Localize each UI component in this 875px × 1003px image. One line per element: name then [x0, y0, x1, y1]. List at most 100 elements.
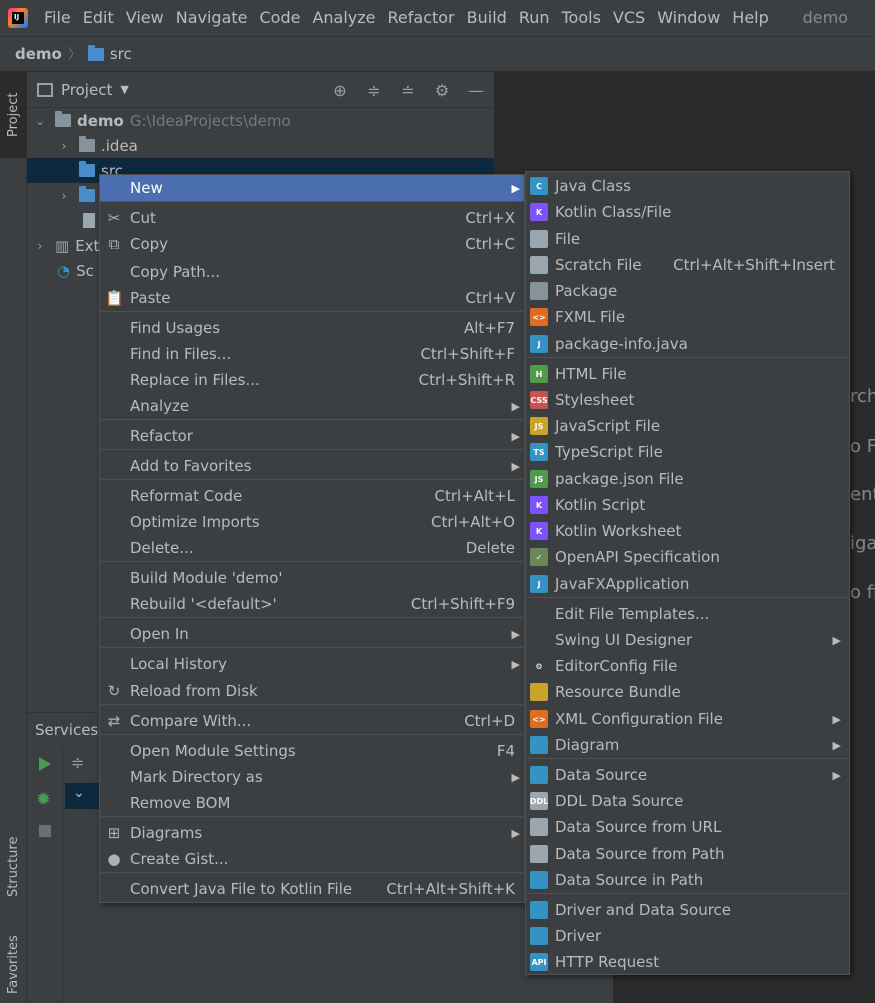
chevron-down-icon[interactable]: ▼ [120, 83, 128, 96]
new-submenu-item[interactable]: Jpackage-info.java [526, 331, 849, 357]
new-submenu-item[interactable]: Driver and Data Source [526, 897, 849, 923]
new-submenu-item[interactable]: API HTTP Request [526, 949, 849, 975]
new-submenu-item[interactable]: Edit File Templates... [526, 601, 849, 627]
menu-edit[interactable]: Edit [77, 0, 120, 36]
new-submenu-item[interactable]: Data Source from Path [526, 841, 849, 867]
new-submenu-item[interactable]: K Kotlin Script [526, 492, 849, 518]
new-submenu-item[interactable]: DDL DDL Data Source [526, 788, 849, 814]
tree-row-demo[interactable]: ⌄ demo G:\IdeaProjects\demo [27, 108, 494, 133]
structure-tool-tab[interactable]: Structure [0, 824, 27, 910]
submenu-arrow-icon: ▶ [832, 768, 841, 782]
breadcrumb-root[interactable]: demo [15, 45, 62, 63]
new-submenu-item[interactable]: Scratch File Ctrl+Alt+Shift+Insert [526, 252, 849, 278]
context-menu-item[interactable]: Convert Java File to Kotlin File Ctrl+Alt… [100, 876, 524, 902]
context-menu-item[interactable]: Remove BOM [100, 790, 524, 816]
menu-refactor[interactable]: Refactor [382, 0, 461, 36]
breadcrumb-src[interactable]: src [110, 45, 132, 63]
project-tool-tab[interactable]: Project [0, 72, 27, 158]
context-menu-item[interactable]: Open Module Settings F4 [100, 738, 524, 764]
new-submenu-item[interactable]: K Kotlin Worksheet [526, 518, 849, 544]
context-menu-item[interactable]: Open In ▶ [100, 621, 524, 647]
menu-file[interactable]: File [38, 0, 77, 36]
new-submenu-item[interactable]: JS JavaScript File [526, 413, 849, 439]
debug-icon[interactable]: ✹ [36, 789, 51, 810]
new-submenu-item[interactable]: Swing UI Designer ▶ [526, 627, 849, 653]
new-submenu-item[interactable]: <> FXML File [526, 304, 849, 330]
locate-icon[interactable]: ⊕ [330, 81, 350, 100]
context-menu-item[interactable]: ⇄ Compare With... Ctrl+D [100, 708, 524, 734]
new-submenu-item[interactable]: C Java Class [526, 173, 849, 199]
context-menu-item[interactable]: Find in Files... Ctrl+Shift+F [100, 341, 524, 367]
context-menu-item[interactable]: Analyze ▶ [100, 393, 524, 419]
chevron-down-icon[interactable]: ⌄ [31, 114, 49, 128]
context-menu-item[interactable]: Replace in Files... Ctrl+Shift+R [100, 367, 524, 393]
tree-row-idea[interactable]: › .idea [27, 133, 494, 158]
chevron-right-icon[interactable]: › [55, 189, 73, 203]
new-submenu-item[interactable]: Data Source ▶ [526, 762, 849, 788]
new-submenu-item[interactable]: H HTML File [526, 361, 849, 387]
css-icon: CSS [530, 391, 548, 409]
context-menu-item[interactable]: Build Module 'demo' [100, 565, 524, 591]
hide-icon[interactable]: — [466, 81, 486, 100]
new-submenu-item[interactable]: Data Source in Path [526, 867, 849, 893]
new-submenu-item[interactable]: <> XML Configuration File ▶ [526, 706, 849, 732]
project-window-icon [37, 82, 53, 97]
context-menu-item[interactable]: Reformat Code Ctrl+Alt+L [100, 483, 524, 509]
menu-tools[interactable]: Tools [556, 0, 607, 36]
menu-view[interactable]: View [120, 0, 170, 36]
menu-analyze[interactable]: Analyze [306, 0, 381, 36]
menu-code[interactable]: Code [254, 0, 307, 36]
favorites-tool-tab[interactable]: Favorites [0, 927, 27, 1003]
new-submenu-item[interactable]: JS package.json File [526, 466, 849, 492]
menu-build[interactable]: Build [461, 0, 513, 36]
menu-window[interactable]: Window [651, 0, 726, 36]
stop-icon[interactable] [39, 825, 51, 837]
context-menu-item[interactable]: Optimize Imports Ctrl+Alt+O [100, 509, 524, 535]
context-menu-item[interactable]: Find Usages Alt+F7 [100, 315, 524, 341]
context-menu-item[interactable]: Delete... Delete [100, 535, 524, 561]
new-submenu-item[interactable]: Driver [526, 923, 849, 949]
new-submenu-item[interactable]: ⚙ EditorConfig File [526, 653, 849, 679]
context-menu-item[interactable]: Copy Path... [100, 259, 524, 285]
menu-separator [101, 734, 523, 735]
menu-help[interactable]: Help [726, 0, 774, 36]
expand-all-icon[interactable]: ≑ [364, 81, 384, 100]
menu-separator [527, 758, 848, 759]
new-submenu-item[interactable]: J JavaFXApplication [526, 571, 849, 597]
context-menu-item-label: Convert Java File to Kotlin File [130, 880, 353, 898]
context-menu-item[interactable]: Add to Favorites ▶ [100, 453, 524, 479]
chevron-right-icon[interactable]: › [31, 239, 49, 253]
menu-vcs[interactable]: VCS [607, 0, 651, 36]
new-submenu-item[interactable]: File [526, 226, 849, 252]
context-menu-item[interactable]: Refactor ▶ [100, 423, 524, 449]
collapse-all-icon[interactable]: ≐ [398, 81, 418, 100]
new-submenu-item[interactable]: CSS Stylesheet [526, 387, 849, 413]
gear-icon[interactable]: ⚙ [432, 81, 452, 100]
chevron-right-icon[interactable]: › [55, 139, 73, 153]
context-menu-item[interactable]: Local History ▶ [100, 651, 524, 677]
project-panel-title[interactable]: Project [61, 81, 112, 99]
context-menu-item[interactable]: ↻ Reload from Disk [100, 678, 524, 704]
new-submenu-item[interactable]: Data Source from URL [526, 814, 849, 840]
expand-all-icon[interactable]: ≑ [71, 753, 84, 772]
context-menu-item[interactable]: ⊞ Diagrams ▶ [100, 820, 524, 846]
context-menu-item[interactable]: 📋 Paste Ctrl+V [100, 285, 524, 311]
context-menu-item[interactable]: ● Create Gist... [100, 846, 524, 872]
menu-navigate[interactable]: Navigate [170, 0, 254, 36]
context-menu-item[interactable]: Mark Directory as ▶ [100, 764, 524, 790]
new-submenu-item[interactable]: K Kotlin Class/File [526, 199, 849, 225]
new-submenu-item[interactable]: Diagram ▶ [526, 732, 849, 758]
context-menu-item[interactable]: New ▶ [100, 175, 524, 201]
run-icon[interactable] [39, 757, 51, 771]
menu-run[interactable]: Run [513, 0, 556, 36]
new-submenu-item[interactable]: Package [526, 278, 849, 304]
chevron-down-icon[interactable]: ⌄ [73, 785, 85, 801]
submenu-arrow-icon: ▶ [511, 399, 520, 413]
new-submenu-item[interactable]: Resource Bundle [526, 679, 849, 705]
new-submenu-item[interactable]: TS TypeScript File [526, 439, 849, 465]
context-menu-item[interactable]: ⧉ Copy Ctrl+C [100, 231, 524, 257]
context-menu-item[interactable]: Rebuild '<default>' Ctrl+Shift+F9 [100, 591, 524, 617]
new-submenu-item[interactable]: ✓ OpenAPI Specification [526, 544, 849, 570]
services-title[interactable]: Services [35, 721, 98, 739]
context-menu-item[interactable]: ✂ Cut Ctrl+X [100, 205, 524, 231]
